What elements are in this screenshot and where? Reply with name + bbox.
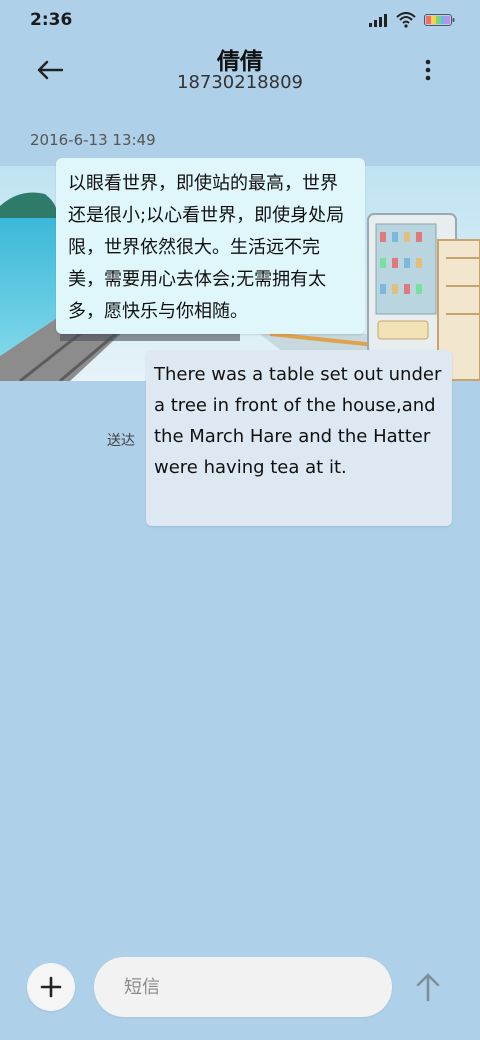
send-button[interactable] bbox=[408, 966, 448, 1008]
outgoing-message-text: There was a table set out under a tree i… bbox=[154, 364, 442, 478]
battery-icon bbox=[424, 14, 455, 26]
delivery-status: 送达 bbox=[107, 433, 135, 449]
more-options-button[interactable] bbox=[416, 54, 440, 86]
status-time: 2:36 bbox=[30, 10, 73, 30]
send-arrow-icon bbox=[416, 973, 440, 1002]
add-attachment-button[interactable] bbox=[27, 963, 75, 1011]
conversation-header: 倩倩 18730218809 bbox=[0, 40, 480, 100]
signal-icon bbox=[369, 14, 387, 27]
status-icons bbox=[368, 12, 456, 28]
incoming-message-bubble[interactable]: 以眼看世界，即使站的最高，世界还是很小;以心看世界，即使身处局限，世界依然很大。… bbox=[56, 158, 365, 334]
message-input[interactable] bbox=[122, 975, 366, 999]
status-bar: 2:36 bbox=[0, 0, 480, 40]
outgoing-message-bubble[interactable]: There was a table set out under a tree i… bbox=[146, 350, 452, 526]
plus-icon bbox=[40, 976, 62, 998]
incoming-message-text: 以眼看世界，即使站的最高，世界还是很小;以心看世界，即使身处局限，世界依然很大。… bbox=[68, 173, 345, 322]
message-timestamp: 2016-6-13 13:49 bbox=[30, 131, 156, 149]
wifi-icon bbox=[396, 12, 416, 28]
contact-name: 倩倩 bbox=[217, 49, 263, 75]
message-input-container[interactable] bbox=[94, 957, 392, 1017]
more-vert-icon bbox=[425, 59, 431, 81]
phone-number: 18730218809 bbox=[177, 72, 303, 93]
